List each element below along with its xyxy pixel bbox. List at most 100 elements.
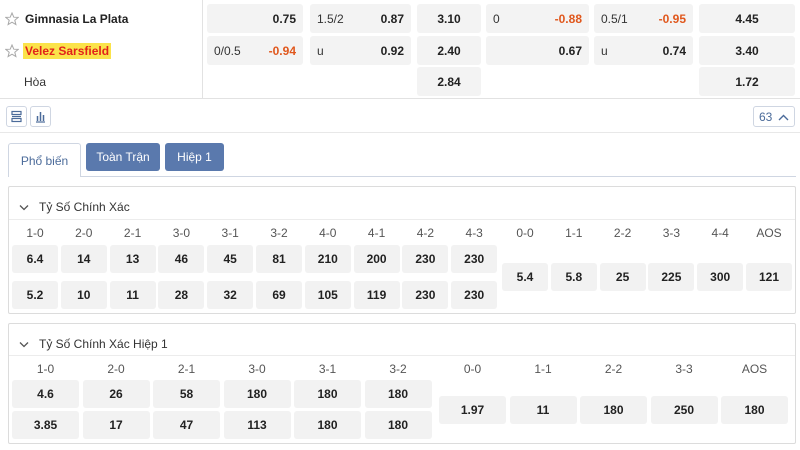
tab-first-half[interactable]: Hiệp 1 [165,143,224,171]
collapse-button[interactable]: 63 [753,106,795,127]
score-odds-home[interactable]: 230 [451,245,498,273]
score-odds-away[interactable]: 5.2 [12,281,58,309]
score-odds-home[interactable]: 210 [304,245,351,273]
score-odds-draw[interactable]: 300 [697,263,744,291]
score-odds-home[interactable]: 81 [256,245,302,273]
section-title: Tỷ Số Chính Xác Hiệp 1 [39,337,168,351]
score-odds-away[interactable]: 69 [256,281,302,309]
score-odds-draw[interactable]: 11 [509,396,577,424]
score-header: 3-2 [389,362,407,376]
x12-away-odds[interactable]: 2.40 [417,36,481,65]
ht-x12-draw-odds[interactable]: 1.72 [699,67,795,96]
score-header: 2-2 [613,226,632,240]
over-odds[interactable]: 1.5/2 0.87 [310,4,411,33]
score-header: AOS [741,362,768,376]
score-header: 4-1 [367,226,386,240]
score-header: 1-0 [36,362,55,376]
team-name-away[interactable]: Velez Sarsfield [23,42,112,59]
score-header: 2-0 [75,226,93,240]
score-header: 2-1 [177,362,196,376]
handicap-home-odds[interactable]: 0.75 [207,4,303,33]
score-odds-away[interactable]: 3.85 [12,411,79,439]
score-header: 3-1 [318,362,337,376]
score-odds-away[interactable]: 180 [364,411,432,439]
score-odds-home[interactable]: 45 [207,245,254,273]
ht-handicap-home-odds[interactable]: 0 -0.88 [486,4,589,33]
score-odds-home[interactable]: 14 [60,245,107,273]
score-odds-draw[interactable]: 225 [648,263,695,291]
score-header: 2-1 [123,226,142,240]
correct-score-section: Tỷ Số Chính Xác 1-0 6.4 5.2 2-0 14 10 2-1 13 11 3… [8,186,796,314]
team-name-home[interactable]: Gimnasia La Plata [25,12,128,26]
list-icon [10,110,23,123]
section-header[interactable]: Tỷ Số Chính Xác Hiệp 1 [19,337,168,351]
divider [0,132,800,133]
score-odds-home[interactable]: 180 [294,380,361,408]
score-odds-draw[interactable]: 5.8 [550,263,597,291]
score-odds-away[interactable]: 17 [82,411,150,439]
score-odds-home[interactable]: 58 [153,380,220,408]
score-header: 2-2 [604,362,623,376]
under-odds[interactable]: u 0.92 [310,36,411,65]
section-divider [9,355,795,356]
score-header: 3-0 [172,226,191,240]
score-odds-away[interactable]: 105 [304,281,351,309]
score-odds-away[interactable]: 47 [153,411,220,439]
section-title: Tỷ Số Chính Xác [39,200,130,214]
team-row-home: Gimnasia La Plata [0,2,203,35]
ht-x12-away-odds[interactable]: 3.40 [699,36,795,65]
team-row-draw: Hòa [0,65,203,98]
score-odds-home[interactable]: 230 [402,245,449,273]
score-odds-draw[interactable]: 180 [580,396,647,424]
x12-home-odds[interactable]: 3.10 [417,4,481,33]
ht-over-odds[interactable]: 0.5/1 -0.95 [594,4,693,33]
team-row-away: Velez Sarsfield [0,34,203,67]
section-header[interactable]: Tỷ Số Chính Xác [19,200,130,214]
score-header: 1-1 [565,226,583,240]
score-odds-draw[interactable]: 25 [599,263,646,291]
score-header: 3-3 [675,362,693,376]
tab-full-time[interactable]: Toàn Trận [86,143,160,171]
score-header: 3-1 [221,226,239,240]
score-odds-draw[interactable]: 121 [746,263,792,291]
score-odds-away[interactable]: 119 [353,281,400,309]
list-view-button[interactable] [6,106,27,127]
score-odds-home[interactable]: 180 [364,380,432,408]
section-divider [9,219,795,220]
draw-label: Hòa [24,74,47,89]
score-odds-away[interactable]: 32 [207,281,254,309]
score-header: 1-1 [534,362,552,376]
score-odds-away[interactable]: 28 [158,281,205,309]
x12-draw-odds[interactable]: 2.84 [417,67,481,96]
market-count: 63 [759,109,773,124]
score-odds-away[interactable]: 11 [109,281,156,309]
score-odds-draw[interactable]: 250 [650,396,718,424]
score-odds-home[interactable]: 6.4 [12,245,58,273]
score-odds-home[interactable]: 180 [223,380,291,408]
ht-handicap-away-odds[interactable]: 0.67 [486,36,589,65]
score-header: 3-2 [270,226,288,240]
score-odds-away[interactable]: 230 [402,281,449,309]
score-odds-home[interactable]: 200 [353,245,400,273]
score-odds-away[interactable]: 10 [60,281,107,309]
score-odds-draw[interactable]: 5.4 [502,263,548,291]
bar-chart-icon [34,110,47,123]
score-odds-draw[interactable]: 180 [721,396,788,424]
handicap-away-odds[interactable]: 0/0.5 -0.94 [207,36,303,65]
chart-view-button[interactable] [30,106,51,127]
score-odds-draw[interactable]: 1.97 [439,396,506,424]
ht-x12-home-odds[interactable]: 4.45 [699,4,795,33]
score-odds-away[interactable]: 230 [451,281,498,309]
score-odds-home[interactable]: 26 [82,380,150,408]
score-odds-home[interactable]: 13 [109,245,156,273]
score-header: 0-0 [463,362,482,376]
star-icon[interactable] [5,11,19,26]
score-odds-away[interactable]: 113 [223,411,291,439]
score-odds-away[interactable]: 180 [294,411,361,439]
score-odds-home[interactable]: 46 [158,245,205,273]
star-icon[interactable] [5,43,19,58]
ht-under-odds[interactable]: u 0.74 [594,36,693,65]
score-odds-home[interactable]: 4.6 [12,380,79,408]
score-header: 2-0 [107,362,125,376]
tab-popular[interactable]: Phổ biến [8,143,81,177]
